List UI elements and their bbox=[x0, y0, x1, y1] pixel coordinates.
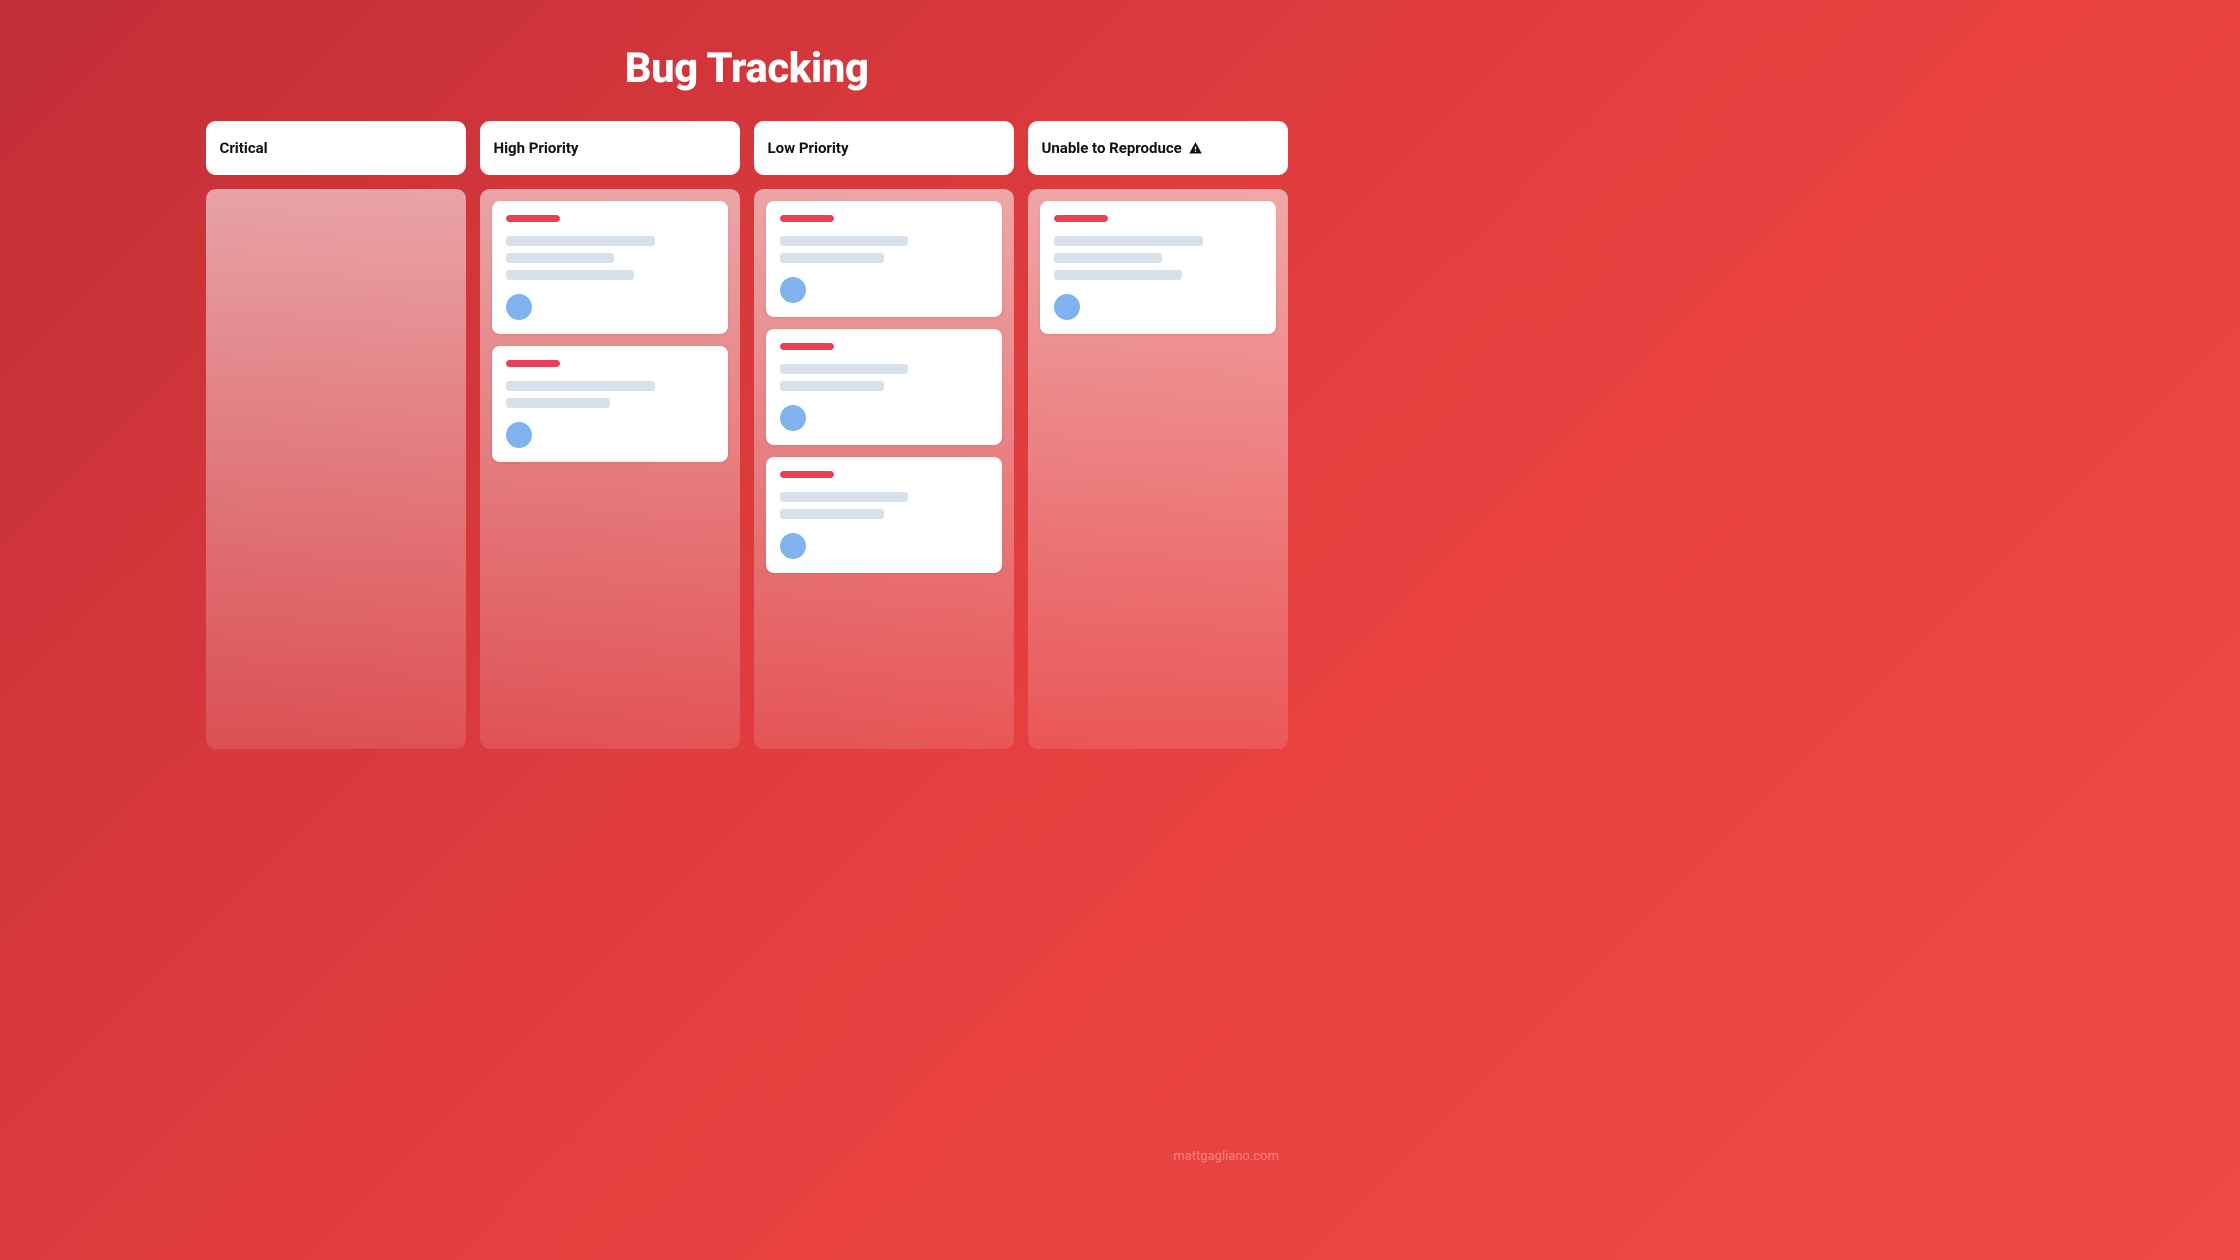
avatar bbox=[780, 277, 806, 303]
text-line bbox=[506, 236, 656, 246]
text-line bbox=[780, 492, 909, 502]
card[interactable] bbox=[492, 201, 728, 334]
column-critical: Critical bbox=[206, 121, 466, 749]
warning-icon bbox=[1188, 141, 1203, 156]
column-unable: Unable to Reproduce bbox=[1028, 121, 1288, 749]
column-header-critical[interactable]: Critical bbox=[206, 121, 466, 175]
card-title-placeholder bbox=[780, 343, 834, 350]
card[interactable] bbox=[766, 329, 1002, 445]
text-line bbox=[506, 381, 656, 391]
card-title-placeholder bbox=[506, 360, 560, 367]
avatar bbox=[780, 533, 806, 559]
page-title: Bug Tracking bbox=[0, 0, 1493, 121]
card-text-placeholder bbox=[506, 236, 714, 280]
card-text-placeholder bbox=[780, 364, 988, 391]
card-text-placeholder bbox=[1054, 236, 1262, 280]
text-line bbox=[780, 236, 909, 246]
column-body-high[interactable] bbox=[480, 189, 740, 749]
text-line bbox=[506, 270, 635, 280]
column-label: Unable to Reproduce bbox=[1042, 139, 1182, 157]
text-line bbox=[780, 509, 884, 519]
column-label: Low Priority bbox=[768, 139, 849, 157]
column-header-unable[interactable]: Unable to Reproduce bbox=[1028, 121, 1288, 175]
text-line bbox=[506, 253, 614, 263]
text-line bbox=[780, 364, 909, 374]
text-line bbox=[506, 398, 610, 408]
text-line bbox=[780, 253, 884, 263]
card[interactable] bbox=[766, 201, 1002, 317]
text-line bbox=[1054, 236, 1204, 246]
card-text-placeholder bbox=[780, 236, 988, 263]
card-text-placeholder bbox=[506, 381, 714, 408]
column-header-high[interactable]: High Priority bbox=[480, 121, 740, 175]
card[interactable] bbox=[492, 346, 728, 462]
watermark: mattgagliano.com bbox=[1173, 1149, 1279, 1164]
avatar bbox=[1054, 294, 1080, 320]
column-high: High Priority bbox=[480, 121, 740, 749]
kanban-board: Critical High Priority Low Priority Unable … bbox=[0, 121, 1493, 749]
avatar bbox=[780, 405, 806, 431]
card-title-placeholder bbox=[506, 215, 560, 222]
column-label: Critical bbox=[220, 139, 268, 157]
card-title-placeholder bbox=[1054, 215, 1108, 222]
column-low: Low Priority bbox=[754, 121, 1014, 749]
column-label: High Priority bbox=[494, 139, 579, 157]
column-body-low[interactable] bbox=[754, 189, 1014, 749]
column-header-low[interactable]: Low Priority bbox=[754, 121, 1014, 175]
text-line bbox=[1054, 253, 1162, 263]
card-text-placeholder bbox=[780, 492, 988, 519]
card[interactable] bbox=[766, 457, 1002, 573]
avatar bbox=[506, 294, 532, 320]
avatar bbox=[506, 422, 532, 448]
text-line bbox=[1054, 270, 1183, 280]
text-line bbox=[780, 381, 884, 391]
card[interactable] bbox=[1040, 201, 1276, 334]
column-body-unable[interactable] bbox=[1028, 189, 1288, 749]
card-title-placeholder bbox=[780, 215, 834, 222]
column-body-critical[interactable] bbox=[206, 189, 466, 749]
card-title-placeholder bbox=[780, 471, 834, 478]
